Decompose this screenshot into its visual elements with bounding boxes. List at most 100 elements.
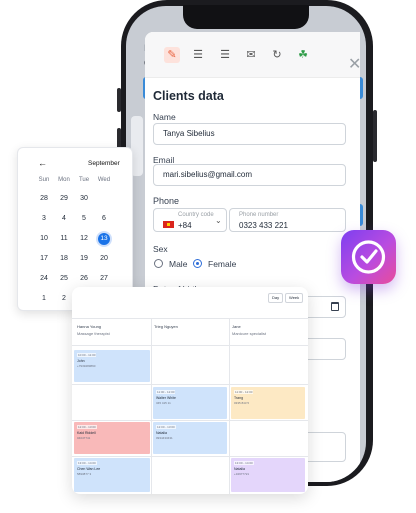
staff-role: Massage therapist xyxy=(77,331,110,336)
phone-side-button xyxy=(117,88,121,112)
female-radio-label: Female xyxy=(208,259,237,269)
appointment-phone: 345 415 11 xyxy=(156,401,171,405)
ordered-list-alt-icon[interactable]: ☰ xyxy=(217,47,233,63)
staff-name: Jane xyxy=(232,324,241,329)
calendar-day[interactable]: 17 xyxy=(34,255,54,262)
checkmark-icon xyxy=(351,240,386,274)
weekday-label: Mon xyxy=(58,177,70,183)
calendar-day[interactable]: 3 xyxy=(34,215,54,222)
staff-name: Trieg Nguyen xyxy=(154,324,178,329)
weekday-label: Sun xyxy=(38,177,50,183)
calendar-day[interactable]: 26 xyxy=(74,275,94,282)
appointment-name: Kaid Riddell xyxy=(77,431,96,435)
appointment-time: 13:00 - 14:00 xyxy=(234,461,254,465)
calendar-day[interactable]: 6 xyxy=(94,215,114,222)
calendar-day[interactable]: 18 xyxy=(54,255,74,262)
appointment-time: 11:00 - 12:00 xyxy=(234,390,254,394)
appointment-phone: 04047741 xyxy=(77,436,91,440)
date-picker-month: September xyxy=(88,160,120,167)
calendar-day[interactable]: 12 xyxy=(74,235,94,242)
edit-icon[interactable]: ✎ xyxy=(164,47,180,63)
calendar-icon[interactable] xyxy=(331,302,339,311)
phone-notch xyxy=(183,5,309,29)
calendar-day[interactable]: 11 xyxy=(54,235,74,242)
vietnam-flag-icon xyxy=(163,221,174,228)
calendar-day[interactable]: 30 xyxy=(74,195,94,202)
column-divider xyxy=(151,318,152,494)
schedule-view: Day Week Hanna Young Massage therapist T… xyxy=(72,287,308,494)
grid-line xyxy=(72,420,308,421)
phone-side-button xyxy=(373,110,377,162)
mail-icon[interactable]: ✉ xyxy=(243,47,259,63)
appointment-name: Chen Wan Lee xyxy=(77,467,101,471)
calendar-day[interactable]: 10 xyxy=(34,235,54,242)
weekday-label: Wed xyxy=(97,177,111,183)
appointment-phone: 0934433431 xyxy=(156,436,173,440)
arrow-left-icon[interactable]: ← xyxy=(38,158,47,168)
appointment-phone: 5893877 3 xyxy=(77,472,92,476)
appointment[interactable]: 11:00 - 12:00 Trang 0335 843 5 xyxy=(231,387,305,419)
grid-line xyxy=(72,456,308,457)
country-code-value: +84 xyxy=(178,221,192,230)
appointment-phone: +34977721 xyxy=(234,472,250,476)
appointment-name: Natalia xyxy=(234,467,245,471)
calendar-day[interactable]: 13 xyxy=(98,233,110,245)
phone-number-label: Phone number xyxy=(239,212,279,218)
calendar-day[interactable]: 25 xyxy=(54,275,74,282)
appointment-name: Trang xyxy=(234,396,244,400)
sex-label: Sex xyxy=(153,244,168,254)
appointment-time: 10:00 - 11:00 xyxy=(77,353,97,357)
calendar-day[interactable]: 27 xyxy=(94,275,114,282)
country-code-select[interactable]: Country code +84 ⌄ xyxy=(153,208,227,232)
phone-fields: Country code +84 ⌄ Phone number 0323 433… xyxy=(153,208,346,232)
chevron-down-icon: ⌄ xyxy=(215,216,222,225)
appointment-name: John xyxy=(77,359,85,363)
grid-line xyxy=(72,384,308,385)
calendar-day[interactable]: 29 xyxy=(54,195,74,202)
appointment-name: Natalia xyxy=(156,431,167,435)
modal-title: Clients data xyxy=(153,89,224,103)
male-radio[interactable] xyxy=(154,259,163,268)
country-code-label: Country code xyxy=(178,212,214,218)
day-view-button[interactable]: Day xyxy=(268,293,284,303)
calendar-day[interactable]: 4 xyxy=(54,215,74,222)
appointment-time: 13:00 - 14:00 xyxy=(77,461,97,465)
thumbs-up-icon[interactable]: ☘ xyxy=(295,47,311,63)
staff-name: Hanna Young xyxy=(77,324,102,329)
appointment[interactable]: 13:00 - 14:00 Chen Wan Lee 5893877 3 xyxy=(74,458,150,492)
phone-number-field[interactable]: Phone number 0323 433 221 xyxy=(229,208,346,232)
appointment[interactable]: 12:00 - 13:00 Kaid Riddell 04047741 xyxy=(74,422,150,454)
staff-role: Manicure specialist xyxy=(232,331,267,336)
appointment-time: 11:00 - 12:00 xyxy=(156,390,176,394)
ordered-list-icon[interactable]: ☰ xyxy=(190,47,206,63)
column-divider xyxy=(229,318,230,494)
male-radio-label: Male xyxy=(169,259,188,269)
calendar-day[interactable]: 2 xyxy=(54,295,74,302)
appointment[interactable]: 10:00 - 11:00 John +7939483860 xyxy=(74,350,150,382)
name-label: Name xyxy=(153,112,176,122)
female-radio[interactable] xyxy=(193,259,202,268)
appointment-time: 12:00 - 13:00 xyxy=(77,425,97,429)
calendar-day[interactable]: 24 xyxy=(34,275,54,282)
appointment-phone: 0335 843 5 xyxy=(234,401,250,405)
calendar-day[interactable]: 20 xyxy=(94,255,114,262)
checkmark-badge xyxy=(341,230,396,284)
staff-header: Hanna Young Massage therapist Trieg Nguy… xyxy=(72,318,308,346)
calendar-day[interactable]: 28 xyxy=(34,195,54,202)
email-field[interactable]: mari.sibelius@gmail.com xyxy=(153,164,346,186)
week-view-button[interactable]: Week xyxy=(285,293,304,303)
close-icon[interactable]: ✕ xyxy=(348,54,361,74)
appointment[interactable]: 11:00 - 12:00 Walter White 345 415 11 xyxy=(153,387,227,419)
phone-label: Phone xyxy=(153,196,180,206)
refresh-icon[interactable]: ↻ xyxy=(269,47,285,63)
calendar-day[interactable]: 1 xyxy=(34,295,54,302)
calendar-day[interactable]: 19 xyxy=(74,255,94,262)
calendar-day[interactable]: 5 xyxy=(74,215,94,222)
name-field[interactable]: Tanya Sibelius xyxy=(153,123,346,145)
phone-number-value: 0323 433 221 xyxy=(239,221,288,230)
appointment-phone: +7939483860 xyxy=(77,364,96,368)
appointment-time: 12:00 - 13:00 xyxy=(156,425,176,429)
appointment-name: Walter White xyxy=(156,396,176,400)
appointment[interactable]: 13:00 - 14:00 Natalia +34977721 xyxy=(231,458,305,492)
appointment[interactable]: 12:00 - 13:00 Natalia 0934433431 xyxy=(153,422,227,454)
